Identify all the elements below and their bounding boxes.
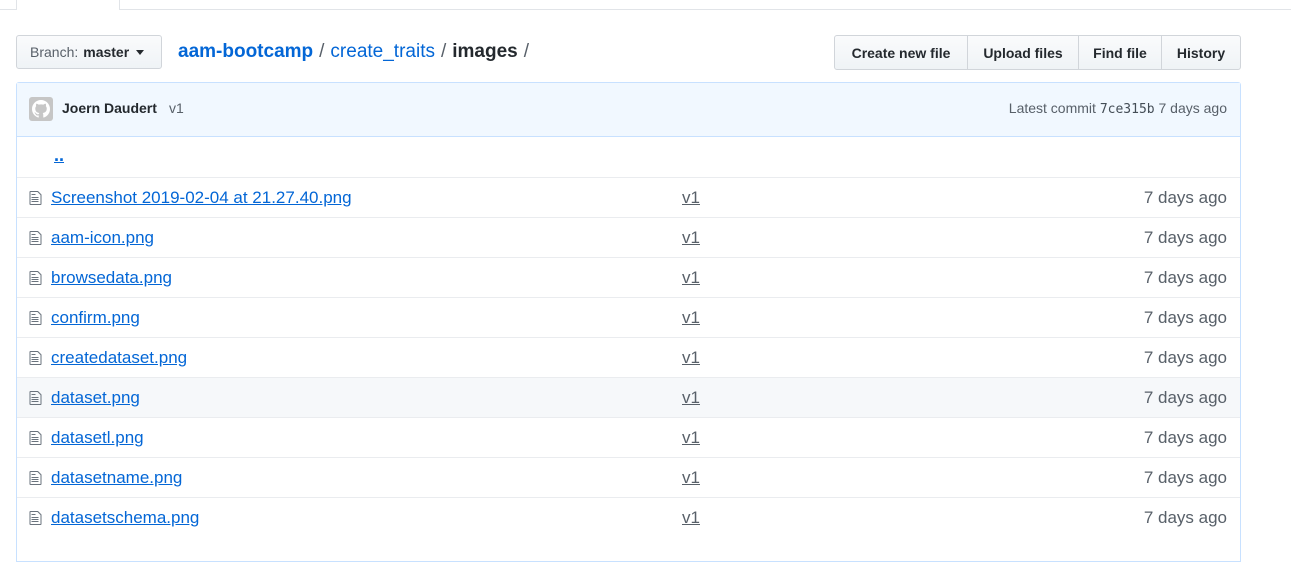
breadcrumb: aam-bootcamp / create_traits / images /	[178, 39, 535, 65]
branch-select-button[interactable]: Branch: master	[16, 35, 162, 69]
file-name-link[interactable]: confirm.png	[51, 308, 140, 328]
file-row: Screenshot 2019-02-04 at 21.27.40.png v1 7…	[17, 177, 1240, 217]
upload-files-button[interactable]: Upload files	[967, 35, 1079, 70]
breadcrumb-folder-link[interactable]: create_traits	[330, 41, 435, 63]
file-name-link[interactable]: dataset.png	[51, 388, 140, 408]
file-row: datasetl.png v1 7 days ago	[17, 417, 1240, 457]
history-button[interactable]: History	[1161, 35, 1241, 70]
active-tab-stub[interactable]	[16, 0, 120, 10]
breadcrumb-separator: /	[319, 41, 325, 62]
file-icon	[29, 271, 42, 285]
avatar[interactable]	[29, 97, 53, 121]
file-icon	[29, 191, 42, 205]
file-age: 7 days ago	[1143, 428, 1227, 447]
file-row: datasetname.png v1 7 days ago	[17, 457, 1240, 497]
file-age: 7 days ago	[1143, 228, 1227, 247]
breadcrumb-current: images	[452, 41, 518, 62]
github-octocat-icon	[32, 100, 50, 118]
file-actions-group: Create new file Upload files Find file H…	[834, 35, 1241, 70]
commit-sha-link[interactable]: 7ce315b	[1100, 102, 1155, 117]
file-row: aam-icon.png v1 7 days ago	[17, 217, 1240, 257]
file-icon	[29, 511, 42, 525]
file-name-link[interactable]: createdataset.png	[51, 348, 187, 368]
create-new-file-button[interactable]: Create new file	[834, 35, 968, 70]
commit-age: 7 days ago	[1158, 100, 1228, 116]
file-list: .. Screenshot 2019-02-04 at 21.27.40.png…	[17, 137, 1240, 537]
file-age: 7 days ago	[1143, 308, 1227, 327]
file-row: browsedata.png v1 7 days ago	[17, 257, 1240, 297]
file-age: 7 days ago	[1143, 508, 1227, 527]
file-row: datasetschema.png v1 7 days ago	[17, 497, 1240, 537]
file-age: 7 days ago	[1143, 268, 1227, 287]
file-row: dataset.png v1 7 days ago	[17, 377, 1240, 417]
file-commit-message-link[interactable]: v1	[682, 308, 700, 328]
file-icon	[29, 231, 42, 245]
file-age: 7 days ago	[1143, 468, 1227, 487]
commit-author-link[interactable]: Joern Daudert	[62, 100, 157, 116]
file-name-link[interactable]: aam-icon.png	[51, 228, 154, 248]
file-name-link[interactable]: datasetl.png	[51, 428, 144, 448]
file-commit-message-link[interactable]: v1	[682, 348, 700, 368]
caret-down-icon	[136, 49, 145, 55]
commit-message-link[interactable]: v1	[169, 100, 184, 116]
file-icon	[29, 431, 42, 445]
file-age: 7 days ago	[1143, 188, 1227, 207]
file-commit-message-link[interactable]: v1	[682, 388, 700, 408]
top-divider	[0, 9, 1291, 10]
file-commit-message-link[interactable]: v1	[682, 428, 700, 448]
file-name-link[interactable]: Screenshot 2019-02-04 at 21.27.40.png	[51, 188, 352, 208]
file-row: confirm.png v1 7 days ago	[17, 297, 1240, 337]
file-age: 7 days ago	[1143, 388, 1227, 407]
file-name-link[interactable]: datasetname.png	[51, 468, 182, 488]
branch-prefix: Branch:	[30, 44, 79, 60]
file-icon	[29, 351, 42, 365]
file-commit-message-link[interactable]: v1	[682, 228, 700, 248]
file-table: Joern Daudert v1 Latest commit 7ce315b 7…	[16, 82, 1241, 562]
file-icon	[29, 471, 42, 485]
breadcrumb-repo-link[interactable]: aam-bootcamp	[178, 41, 313, 63]
file-name-link[interactable]: browsedata.png	[51, 268, 172, 288]
file-icon	[29, 391, 42, 405]
file-icon	[29, 311, 42, 325]
file-name-link[interactable]: datasetschema.png	[51, 508, 199, 528]
file-row: createdataset.png v1 7 days ago	[17, 337, 1240, 377]
find-file-button[interactable]: Find file	[1078, 35, 1162, 70]
file-commit-message-link[interactable]: v1	[682, 468, 700, 488]
parent-directory-link[interactable]: ..	[54, 145, 64, 166]
latest-commit-info: Latest commit 7ce315b 7 days ago	[1009, 100, 1227, 117]
file-commit-message-link[interactable]: v1	[682, 508, 700, 528]
branch-name: master	[83, 44, 130, 60]
latest-commit-bar: Joern Daudert v1 Latest commit 7ce315b 7…	[17, 83, 1240, 137]
file-commit-message-link[interactable]: v1	[682, 268, 700, 288]
latest-commit-label: Latest commit	[1008, 100, 1096, 116]
file-age: 7 days ago	[1143, 348, 1227, 367]
parent-directory-row: ..	[17, 137, 1240, 177]
breadcrumb-separator: /	[440, 41, 447, 62]
breadcrumb-separator: /	[523, 41, 530, 62]
file-commit-message-link[interactable]: v1	[682, 188, 700, 208]
